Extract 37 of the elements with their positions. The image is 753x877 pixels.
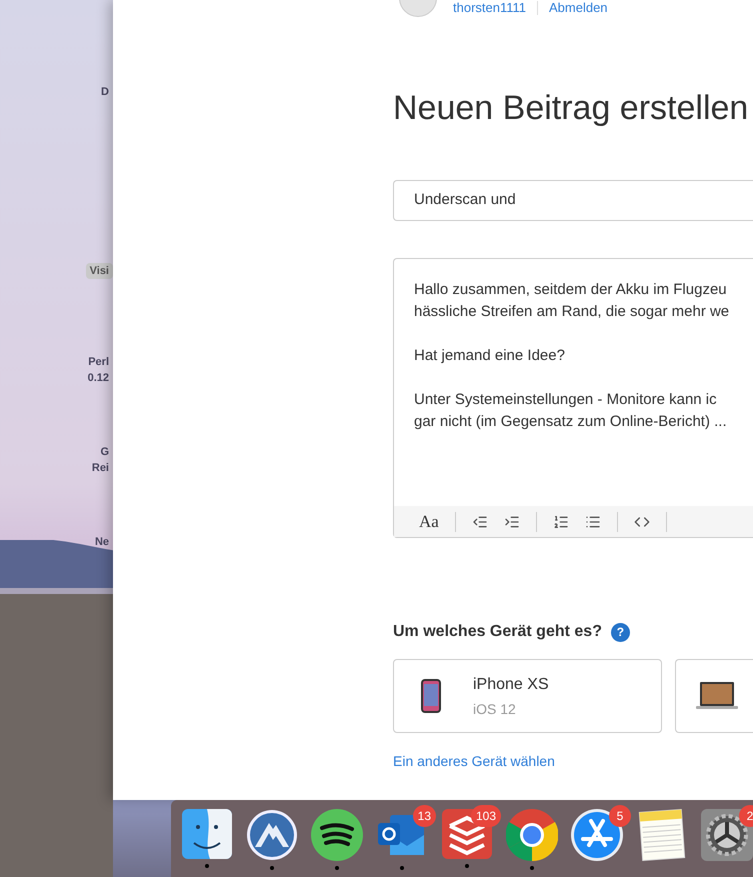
subject-field[interactable]: Underscan und [393,180,753,221]
message-paragraph: Hallo zusammen, seitdem der Akku im Flugzeu hässliche Streifen am Rand, die sogar mehr we [414,280,730,322]
gear-icon[interactable] [701,809,753,861]
font-format-button[interactable]: Aa [419,508,439,534]
notification-badge: 2 [739,805,753,827]
phone-icon [421,679,441,713]
desktop-icon-label[interactable]: Ne [90,534,113,550]
app-store-icon[interactable] [571,809,623,861]
logout-link[interactable]: Abmelden [549,0,608,18]
outdent-icon[interactable] [472,514,488,530]
desktop-icon-label[interactable]: D [97,84,113,100]
desktop-icon-label[interactable]: Visi [86,263,113,279]
page-title: Neuen Beitrag erstellen [393,88,750,129]
laptop-icon [696,682,738,710]
device-card[interactable]: iPhone XS iOS 12 [393,659,662,733]
other-device-link[interactable]: Ein anderes Gerät wählen [393,751,753,772]
desktop-icon-label[interactable]: Perl 0.12 [84,354,113,386]
help-button[interactable]: ? [610,622,630,642]
finder-icon[interactable] [182,809,232,859]
bullet-list-icon[interactable] [584,514,601,530]
notification-badge: 103 [470,805,501,827]
mountain-icon[interactable] [246,809,298,861]
desktop-icon-label[interactable]: G Rei [88,444,113,476]
notification-badge: 5 [609,805,631,827]
device-question: Um welches Gerät geht es? [393,622,602,642]
chrome-icon[interactable] [506,809,558,861]
message-paragraph: Hat jemand eine Idee? [414,346,566,366]
message-editor[interactable] [393,258,753,538]
message-paragraph: Unter Systemeinstellungen - Monitore kann ic gar nicht (im Gegensatz zum Online-Bericht) ... [414,390,728,432]
spotify-icon[interactable] [311,809,363,861]
username-link[interactable]: thorsten1111 [453,0,526,18]
device-card[interactable] [675,659,753,733]
numbered-list-icon[interactable] [552,514,569,530]
notification-badge: 13 [412,805,436,827]
device-os: iOS 12 [473,700,517,718]
indent-icon[interactable] [504,514,520,530]
device-name: iPhone XS [473,674,549,694]
